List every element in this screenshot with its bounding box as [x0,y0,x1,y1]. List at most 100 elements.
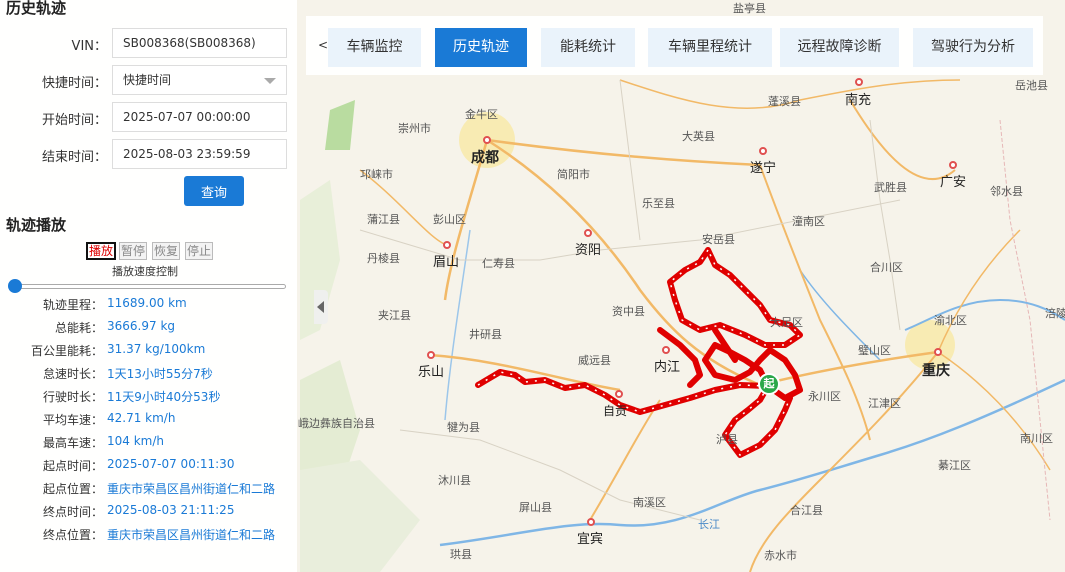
stat-value: 重庆市荣昌区昌州街道仁和二路 [107,482,276,496]
place-label: 武胜县 [874,181,907,194]
city-label: 自贡 [603,404,628,418]
place-label: 合川区 [870,261,903,274]
vin-label: VIN： [71,39,107,54]
chevron-left-icon [317,301,324,313]
city-label: 遂宁 [750,161,777,176]
city-label: 宜宾 [577,532,604,547]
city-label: 成都 [471,150,499,166]
panel-collapse-handle[interactable] [314,290,328,324]
city-dot-neijiang [662,346,670,354]
city-label: 乐山 [418,365,445,380]
speed-slider-handle[interactable] [8,279,22,293]
road [619,79,641,241]
end-time-label: 结束时间： [41,150,107,165]
place-label: 崇州市 [398,122,431,135]
stat-value: 2025-07-07 00:11:30 [107,457,235,471]
stat-value: 42.71 km/h [107,411,176,425]
city-label: 南充 [845,93,872,108]
stat-label: 总能耗： [54,321,103,335]
tab-prev-arrow[interactable]: < [318,38,328,52]
tab-mileage-stats[interactable]: 车辆里程统计 [648,28,772,67]
city-dot-zigong [615,390,623,398]
place-label: 蒲江县 [367,213,400,226]
stat-row: 平均车速： 42.71 km/h [0,411,297,429]
speed-slider-track[interactable] [14,284,286,289]
query-button[interactable]: 查询 [184,176,244,206]
quick-time-row: 快捷时间： 快捷时间 [0,65,297,95]
city-label: 重庆 [922,363,950,379]
stat-value: 11天9小时40分53秒 [107,390,221,404]
tab-driving-behavior[interactable]: 驾驶行为分析 [913,28,1033,67]
province-border [999,119,1051,521]
stat-label: 平均车速： [42,413,103,427]
tab-vehicle-monitor[interactable]: 车辆监控 [328,28,421,67]
place-label: 犍为县 [447,421,480,434]
end-time-input[interactable]: 2025-08-03 23:59:59 [112,139,287,169]
tab-history-track[interactable]: 历史轨迹 [435,28,527,67]
road [869,119,901,331]
vin-row: VIN： SB008368(SB008368) [0,28,297,58]
quick-time-value: 快捷时间 [123,73,172,87]
stat-row: 百公里能耗： 31.37 kg/100km [0,342,297,360]
start-marker[interactable]: 起 [758,373,780,395]
place-label: 乐至县 [642,197,675,210]
city-dot-suining [759,147,767,155]
place-label: 夹江县 [378,309,411,322]
tab-bar: < 车辆监控 历史轨迹 能耗统计 车辆里程统计 远程故障诊断 驾驶行为分析 [306,16,1043,75]
place-label: 彭山区 [433,213,466,226]
place-label: 邛崃市 [360,168,393,181]
place-label: 涪陵 [1045,307,1065,320]
resume-button[interactable]: 恢复 [152,242,181,260]
place-label: 合江县 [790,504,823,517]
place-label: 大足区 [770,316,803,329]
place-label: 峨边彝族自治县 [298,417,375,430]
place-label: 珙县 [450,548,472,561]
play-button[interactable]: 播放 [86,242,117,260]
place-label: 简阳市 [557,168,590,181]
tab-energy-stats[interactable]: 能耗统计 [541,28,635,67]
start-time-row: 开始时间： 2025-07-07 00:00:00 [0,102,297,132]
playback-title: 轨迹播放 [6,216,67,234]
place-label: 渝北区 [934,314,967,327]
stop-button[interactable]: 停止 [185,242,214,260]
city-dot-meishan [443,241,451,249]
city-label: 资阳 [575,243,602,258]
stat-label: 行驶时长： [42,390,103,404]
stat-row: 最高车速： 104 km/h [0,434,297,452]
highway [486,138,761,167]
place-label: 南川区 [1020,432,1053,445]
city-dot-leshan [427,351,435,359]
city-label: 眉山 [433,255,460,270]
green-area [325,100,355,150]
stat-row: 终点时间： 2025-08-03 21:11:25 [0,503,297,521]
stat-label: 怠速时长： [42,367,103,381]
stat-label: 起点时间： [42,459,103,473]
terrain-patch [300,460,420,572]
place-label: 潼南区 [792,215,825,228]
city-label: 广安 [940,175,967,190]
quick-time-select[interactable]: 快捷时间 [112,65,287,95]
chevron-down-icon [264,78,276,84]
city-dot-nanchong [855,78,863,86]
stat-row: 终点位置： 重庆市荣昌区昌州街道仁和二路 [0,526,297,544]
quick-time-label: 快捷时间： [41,76,107,91]
place-label: 安岳县 [702,233,735,246]
left-panel: 历史轨迹 VIN： SB008368(SB008368) 快捷时间： 快捷时间 … [0,0,297,572]
stat-label: 终点时间： [42,505,103,519]
trajectory-direction-markers [477,249,802,456]
start-time-input[interactable]: 2025-07-07 00:00:00 [112,102,287,132]
place-label: 江津区 [868,397,901,410]
stat-label: 起点位置： [42,482,103,496]
place-label: 盐亭县 [733,2,766,15]
place-label: 金牛区 [465,108,498,121]
place-label: 井研县 [469,328,502,341]
stat-label: 终点位置： [42,528,103,542]
place-label: 赤水市 [764,549,797,562]
pause-button[interactable]: 暂停 [119,242,148,260]
tab-remote-diagnosis[interactable]: 远程故障诊断 [780,28,899,67]
place-label: 永川区 [808,390,841,403]
place-label: 威远县 [578,354,611,367]
vin-input[interactable]: SB008368(SB008368) [112,28,287,58]
place-label: 邻水县 [990,185,1023,198]
place-label: 屏山县 [519,501,552,514]
